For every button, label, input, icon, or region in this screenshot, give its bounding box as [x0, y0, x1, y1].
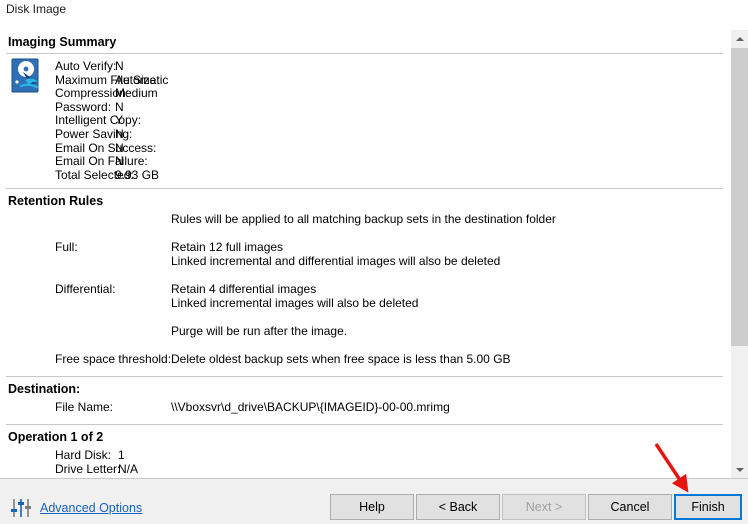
scroll-down-button[interactable]	[731, 461, 748, 478]
row-value: Retain 4 differential images Linked incr…	[171, 282, 418, 310]
advanced-options-link-group[interactable]: Advanced Options	[10, 497, 142, 519]
row-label: Full:	[55, 240, 78, 255]
imaging-summary-block: Auto Verify: N Maximum File Size: Automa…	[0, 54, 731, 188]
retention-purge-note: Purge will be run after the image.	[171, 324, 348, 339]
disk-image-icon	[11, 58, 39, 93]
row-label: Total Selected:	[55, 167, 134, 182]
row-label: Drive Letter:	[55, 462, 121, 477]
row-label: Email On Success:	[55, 140, 157, 155]
advanced-options-link[interactable]: Advanced Options	[40, 501, 142, 515]
section-heading-operation: Operation 1 of 2	[8, 430, 104, 445]
row-value: N	[115, 140, 124, 155]
retention-intro-text: Rules will be applied to all matching ba…	[171, 212, 556, 227]
row-label: Hard Disk:	[55, 448, 112, 463]
retention-diff-line1: Retain 4 differential images	[171, 282, 317, 297]
row-label: Email On Failure:	[55, 154, 148, 169]
destination-row: File Name: \\Vboxsvr\d_drive\BACKUP\{IMA…	[0, 400, 731, 414]
cancel-button[interactable]: Cancel	[588, 494, 672, 520]
row-value: Automatic	[115, 72, 169, 87]
retention-full-row: Full: Retain 12 full images Linked incre…	[0, 240, 731, 268]
retention-full-line1: Retain 12 full images	[171, 240, 284, 255]
summary-row: Power Saving: N	[0, 126, 731, 142]
row-label: Power Saving:	[55, 126, 133, 141]
summary-row: Email On Failure: N	[0, 155, 731, 169]
row-label	[0, 324, 171, 338]
summary-row: Compression: Medium	[0, 87, 731, 101]
summary-row: Password: N	[0, 99, 731, 115]
section-heading-imaging-summary: Imaging Summary	[8, 35, 117, 49]
chevron-down-icon	[735, 467, 744, 472]
retention-full-line2: Linked incremental and differential imag…	[171, 254, 501, 269]
row-value: 1	[118, 448, 125, 463]
row-value: Medium	[115, 86, 158, 101]
row-value: N	[115, 126, 124, 141]
sliders-icon	[11, 499, 31, 517]
row-value: \\Vboxsvr\d_drive\BACKUP\{IMAGEID}-00-00…	[171, 400, 450, 415]
retention-differential-row: Differential: Retain 4 differential imag…	[0, 282, 731, 310]
row-value: N/A	[118, 462, 139, 477]
next-button: Next >	[502, 494, 586, 520]
section-heading-retention-rules: Retention Rules	[8, 194, 104, 209]
row-value: Y	[115, 113, 124, 128]
row-label: Differential:	[55, 282, 116, 297]
window-titlebar: Disk Image	[0, 0, 748, 22]
row-value: N	[115, 59, 124, 73]
summary-row: Intelligent Copy: Y	[0, 114, 731, 128]
row-value: 9.93 GB	[115, 167, 160, 182]
chevron-up-icon	[735, 36, 744, 41]
row-label: Password:	[55, 99, 112, 114]
help-button[interactable]: Help	[330, 494, 414, 520]
row-label: Free space threshold:	[55, 352, 172, 367]
retention-free-space-row: Free space threshold: Delete oldest back…	[0, 352, 731, 366]
retention-diff-line2: Linked incremental images will also be d…	[171, 296, 419, 311]
row-label	[0, 212, 171, 226]
operation-row: Hard Disk: 1	[0, 448, 731, 462]
operation-row: Drive Letter: N/A	[0, 462, 731, 476]
summary-row: Auto Verify: N	[0, 59, 731, 74]
scroll-up-button[interactable]	[731, 30, 748, 47]
window-title: Disk Image	[6, 2, 67, 16]
summary-panel: Imaging Summary Auto Verify: N Maximum F…	[0, 30, 748, 478]
summary-scroll-area: Imaging Summary Auto Verify: N Maximum F…	[0, 30, 731, 478]
summary-content: Imaging Summary Auto Verify: N Maximum F…	[0, 30, 731, 478]
vertical-scrollbar[interactable]	[731, 30, 748, 478]
back-button[interactable]: < Back	[416, 494, 500, 520]
finish-button[interactable]: Finish	[674, 494, 742, 520]
summary-row: Total Selected: 9.93 GB	[0, 167, 731, 183]
retention-purge-row: Purge will be run after the image.	[0, 324, 731, 338]
row-label: Intelligent Copy:	[55, 113, 142, 128]
summary-row: Email On Success: N	[0, 140, 731, 156]
row-value: Retain 12 full images Linked incremental…	[171, 240, 500, 268]
imaging-summary-rows: Auto Verify: N Maximum File Size: Automa…	[0, 59, 731, 183]
summary-row: Maximum File Size: Automatic	[0, 72, 731, 88]
row-value: N	[115, 99, 124, 114]
row-label: File Name:	[55, 400, 114, 415]
retention-intro-row: Rules will be applied to all matching ba…	[0, 212, 731, 226]
scrollbar-thumb[interactable]	[731, 48, 748, 346]
row-value: Delete oldest backup sets when free spac…	[171, 352, 511, 367]
section-heading-destination: Destination:	[8, 382, 81, 397]
row-value: N	[115, 154, 124, 169]
